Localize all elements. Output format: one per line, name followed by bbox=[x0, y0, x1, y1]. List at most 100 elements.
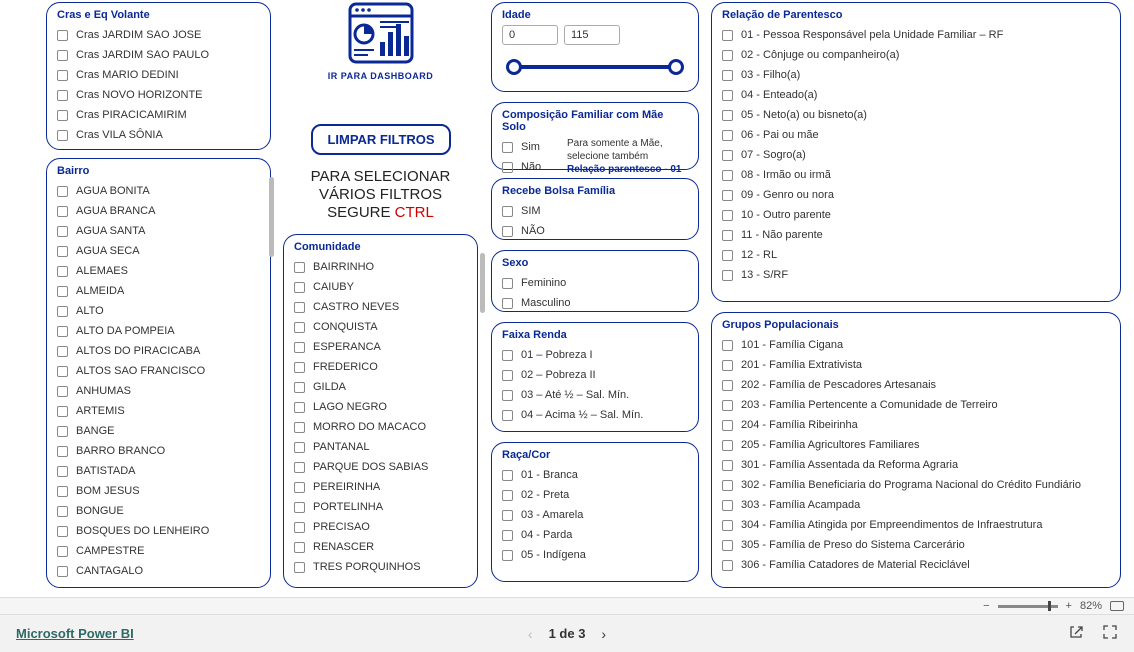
checkbox-option[interactable]: 01 - Branca bbox=[502, 465, 688, 485]
checkbox-icon[interactable] bbox=[57, 266, 68, 277]
checkbox-option[interactable]: 303 - Família Acampada bbox=[722, 495, 1110, 515]
checkbox-option[interactable]: 205 - Família Agricultores Familiares bbox=[722, 435, 1110, 455]
checkbox-option[interactable]: PORTELINHA bbox=[294, 497, 467, 517]
checkbox-option[interactable]: PANTANAL bbox=[294, 437, 467, 457]
checkbox-option[interactable]: 03 - Amarela bbox=[502, 505, 688, 525]
checkbox-option[interactable]: 305 - Família de Preso do Sistema Carcer… bbox=[722, 535, 1110, 555]
checkbox-icon[interactable] bbox=[294, 362, 305, 373]
checkbox-option[interactable]: 07 - Sogro(a) bbox=[722, 145, 1110, 165]
checkbox-icon[interactable] bbox=[502, 370, 513, 381]
checkbox-option[interactable]: 09 - Genro ou nora bbox=[722, 185, 1110, 205]
checkbox-option[interactable]: ALEMAES bbox=[57, 261, 260, 281]
checkbox-option[interactable]: 13 - S/RF bbox=[722, 265, 1110, 285]
checkbox-icon[interactable] bbox=[722, 110, 733, 121]
checkbox-option[interactable]: AGUA BONITA bbox=[57, 181, 260, 201]
checkbox-icon[interactable] bbox=[502, 530, 513, 541]
checkbox-option[interactable]: 11 - Não parente bbox=[722, 225, 1110, 245]
checkbox-icon[interactable] bbox=[294, 542, 305, 553]
checkbox-icon[interactable] bbox=[57, 366, 68, 377]
checkbox-icon[interactable] bbox=[722, 520, 733, 531]
checkbox-option[interactable]: 04 - Enteado(a) bbox=[722, 85, 1110, 105]
checkbox-icon[interactable] bbox=[57, 466, 68, 477]
scrollbar-thumb[interactable] bbox=[269, 177, 274, 257]
fullscreen-icon[interactable] bbox=[1102, 624, 1118, 643]
checkbox-icon[interactable] bbox=[722, 30, 733, 41]
checkbox-icon[interactable] bbox=[502, 350, 513, 361]
checkbox-option[interactable]: Sim bbox=[502, 137, 567, 157]
checkbox-option[interactable]: FREDERICO bbox=[294, 357, 467, 377]
checkbox-icon[interactable] bbox=[722, 360, 733, 371]
checkbox-option[interactable]: BONGUE bbox=[57, 501, 260, 521]
checkbox-option[interactable]: LAGO NEGRO bbox=[294, 397, 467, 417]
checkbox-option[interactable]: ALMEIDA bbox=[57, 281, 260, 301]
checkbox-icon[interactable] bbox=[57, 546, 68, 557]
checkbox-icon[interactable] bbox=[722, 90, 733, 101]
checkbox-option[interactable]: 04 - Parda bbox=[502, 525, 688, 545]
checkbox-icon[interactable] bbox=[57, 486, 68, 497]
checkbox-icon[interactable] bbox=[722, 50, 733, 61]
checkbox-option[interactable]: 02 – Pobreza II bbox=[502, 365, 688, 385]
checkbox-option[interactable]: Cras JARDIM SAO PAULO bbox=[57, 45, 260, 65]
checkbox-option[interactable]: ALTOS SAO FRANCISCO bbox=[57, 361, 260, 381]
checkbox-option[interactable]: Cras NOVO HORIZONTE bbox=[57, 85, 260, 105]
checkbox-icon[interactable] bbox=[502, 390, 513, 401]
checkbox-icon[interactable] bbox=[722, 190, 733, 201]
checkbox-option[interactable]: 204 - Família Ribeirinha bbox=[722, 415, 1110, 435]
checkbox-icon[interactable] bbox=[57, 30, 68, 41]
checkbox-icon[interactable] bbox=[722, 210, 733, 221]
checkbox-icon[interactable] bbox=[502, 298, 513, 309]
checkbox-option[interactable]: ESPERANCA bbox=[294, 337, 467, 357]
checkbox-option[interactable]: ALTOS DO PIRACICABA bbox=[57, 341, 260, 361]
checkbox-option[interactable]: SIM bbox=[502, 201, 688, 221]
checkbox-option[interactable]: Cras MARIO DEDINI bbox=[57, 65, 260, 85]
checkbox-option[interactable]: 02 - Preta bbox=[502, 485, 688, 505]
checkbox-icon[interactable] bbox=[294, 562, 305, 573]
checkbox-icon[interactable] bbox=[57, 186, 68, 197]
checkbox-option[interactable]: Masculino bbox=[502, 293, 688, 313]
checkbox-icon[interactable] bbox=[57, 226, 68, 237]
checkbox-icon[interactable] bbox=[722, 70, 733, 81]
checkbox-icon[interactable] bbox=[502, 490, 513, 501]
checkbox-icon[interactable] bbox=[57, 526, 68, 537]
go-to-dashboard-link[interactable]: IR PARA DASHBOARD bbox=[283, 2, 478, 81]
checkbox-option[interactable]: NÃO bbox=[502, 221, 688, 241]
checkbox-icon[interactable] bbox=[294, 302, 305, 313]
checkbox-icon[interactable] bbox=[57, 566, 68, 577]
checkbox-icon[interactable] bbox=[57, 426, 68, 437]
checkbox-icon[interactable] bbox=[502, 278, 513, 289]
checkbox-icon[interactable] bbox=[57, 386, 68, 397]
checkbox-option[interactable]: Não bbox=[502, 157, 567, 177]
checkbox-option[interactable]: RENASCER bbox=[294, 537, 467, 557]
checkbox-option[interactable]: CANTAGALO bbox=[57, 561, 260, 581]
checkbox-option[interactable]: 05 - Neto(a) ou bisneto(a) bbox=[722, 105, 1110, 125]
checkbox-icon[interactable] bbox=[294, 382, 305, 393]
idade-range-slider[interactable] bbox=[508, 55, 682, 79]
checkbox-icon[interactable] bbox=[57, 246, 68, 257]
checkbox-option[interactable]: Cras JARDIM SAO JOSE bbox=[57, 25, 260, 45]
checkbox-option[interactable]: Cras PIRACICAMIRIM bbox=[57, 105, 260, 125]
checkbox-icon[interactable] bbox=[294, 282, 305, 293]
checkbox-icon[interactable] bbox=[502, 510, 513, 521]
prev-page-button[interactable]: ‹ bbox=[528, 626, 533, 642]
checkbox-icon[interactable] bbox=[502, 142, 513, 153]
checkbox-option[interactable]: 03 - Filho(a) bbox=[722, 65, 1110, 85]
checkbox-icon[interactable] bbox=[722, 500, 733, 511]
checkbox-icon[interactable] bbox=[294, 322, 305, 333]
checkbox-icon[interactable] bbox=[294, 342, 305, 353]
checkbox-icon[interactable] bbox=[294, 442, 305, 453]
checkbox-icon[interactable] bbox=[57, 326, 68, 337]
checkbox-icon[interactable] bbox=[722, 480, 733, 491]
checkbox-option[interactable]: 06 - Pai ou mãe bbox=[722, 125, 1110, 145]
checkbox-icon[interactable] bbox=[722, 540, 733, 551]
checkbox-icon[interactable] bbox=[57, 506, 68, 517]
checkbox-icon[interactable] bbox=[722, 170, 733, 181]
checkbox-icon[interactable] bbox=[294, 522, 305, 533]
checkbox-icon[interactable] bbox=[502, 470, 513, 481]
next-page-button[interactable]: › bbox=[601, 626, 606, 642]
zoom-slider[interactable] bbox=[998, 605, 1058, 608]
checkbox-icon[interactable] bbox=[722, 340, 733, 351]
checkbox-option[interactable]: AGUA SECA bbox=[57, 241, 260, 261]
checkbox-icon[interactable] bbox=[57, 406, 68, 417]
checkbox-icon[interactable] bbox=[722, 460, 733, 471]
checkbox-icon[interactable] bbox=[502, 410, 513, 421]
